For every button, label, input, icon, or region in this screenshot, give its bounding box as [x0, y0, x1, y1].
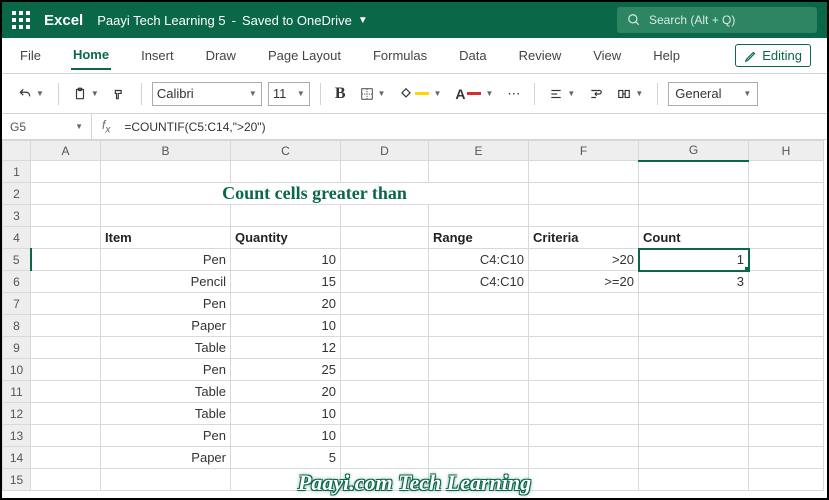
number-format-selector[interactable]: General▼: [668, 82, 758, 106]
pencil-icon: [744, 49, 758, 63]
search-icon: [627, 13, 641, 27]
cell[interactable]: C4:C10: [429, 271, 529, 293]
format-painter-button[interactable]: [109, 84, 131, 104]
more-font-button[interactable]: ⋯: [503, 83, 524, 105]
tab-insert[interactable]: Insert: [139, 42, 176, 69]
spreadsheet-grid[interactable]: A B C D E F G H 1 2 Count cells greater t…: [2, 140, 827, 491]
col-header[interactable]: A: [31, 141, 101, 161]
cell[interactable]: Table: [101, 381, 231, 403]
formula-bar: G5▼ fx =COUNTIF(C5:C14,">20"): [2, 114, 827, 140]
cell[interactable]: Quantity: [231, 227, 341, 249]
bold-button[interactable]: B: [331, 82, 350, 106]
row-header[interactable]: 13: [3, 425, 31, 447]
cell[interactable]: 10: [231, 249, 341, 271]
paste-button[interactable]: ▼: [69, 84, 103, 104]
row-header[interactable]: 3: [3, 205, 31, 227]
font-color-button[interactable]: A▼: [451, 83, 497, 105]
merge-button[interactable]: ▼: [613, 84, 647, 104]
cell[interactable]: Pen: [101, 425, 231, 447]
tab-draw[interactable]: Draw: [204, 42, 238, 69]
cell[interactable]: 25: [231, 359, 341, 381]
cell[interactable]: 10: [231, 403, 341, 425]
col-header[interactable]: B: [101, 141, 231, 161]
tab-formulas[interactable]: Formulas: [371, 42, 429, 69]
cell[interactable]: 5: [231, 447, 341, 469]
row-header[interactable]: 10: [3, 359, 31, 381]
tab-review[interactable]: Review: [517, 42, 564, 69]
cell[interactable]: Pen: [101, 359, 231, 381]
name-box[interactable]: G5▼: [2, 114, 92, 139]
row-header[interactable]: 7: [3, 293, 31, 315]
cell[interactable]: Table: [101, 403, 231, 425]
col-header[interactable]: D: [341, 141, 429, 161]
cell[interactable]: Count: [639, 227, 749, 249]
col-header[interactable]: C: [231, 141, 341, 161]
font-size-selector[interactable]: 11▼: [268, 82, 310, 106]
cell[interactable]: 10: [231, 425, 341, 447]
col-header[interactable]: G: [639, 141, 749, 161]
cell[interactable]: 12: [231, 337, 341, 359]
cell[interactable]: >=20: [529, 271, 639, 293]
toolbar: ▼ ▼ Calibri▼ 11▼ B ▼ ▼ A▼ ⋯ ▼ ▼ General▼: [2, 74, 827, 114]
cell[interactable]: C4:C10: [429, 249, 529, 271]
cell[interactable]: Item: [101, 227, 231, 249]
cell[interactable]: Table: [101, 337, 231, 359]
cell[interactable]: Pencil: [101, 271, 231, 293]
wrap-text-button[interactable]: [585, 84, 607, 104]
col-header[interactable]: E: [429, 141, 529, 161]
row-header[interactable]: 1: [3, 161, 31, 183]
cell[interactable]: Range: [429, 227, 529, 249]
watermark: Paayi.com Tech Learning: [2, 470, 827, 496]
search-input[interactable]: Search (Alt + Q): [617, 7, 817, 33]
font-selector[interactable]: Calibri▼: [152, 82, 262, 106]
undo-button[interactable]: ▼: [14, 84, 48, 104]
tab-help[interactable]: Help: [651, 42, 682, 69]
fill-color-button[interactable]: ▼: [395, 84, 445, 104]
row-header[interactable]: 5: [3, 249, 31, 271]
menu-bar: File Home Insert Draw Page Layout Formul…: [2, 38, 827, 74]
cell[interactable]: Paper: [101, 315, 231, 337]
row-header[interactable]: 12: [3, 403, 31, 425]
cell[interactable]: Criteria: [529, 227, 639, 249]
row-header[interactable]: 9: [3, 337, 31, 359]
title-bar: Excel Paayi Tech Learning 5 - Saved to O…: [2, 2, 827, 38]
cell[interactable]: 20: [231, 293, 341, 315]
selected-cell[interactable]: 1: [639, 249, 749, 271]
cell[interactable]: 3: [639, 271, 749, 293]
chevron-down-icon: ▼: [358, 15, 368, 26]
sheet-title[interactable]: Count cells greater than: [101, 183, 529, 205]
row-header[interactable]: 6: [3, 271, 31, 293]
formula-input[interactable]: =COUNTIF(C5:C14,">20"): [120, 120, 827, 134]
row-header[interactable]: 11: [3, 381, 31, 403]
cell[interactable]: Paper: [101, 447, 231, 469]
tab-file[interactable]: File: [18, 42, 43, 69]
row-header[interactable]: 2: [3, 183, 31, 205]
tab-home[interactable]: Home: [71, 41, 111, 70]
align-button[interactable]: ▼: [545, 84, 579, 104]
cell[interactable]: 10: [231, 315, 341, 337]
select-all-corner[interactable]: [3, 141, 31, 161]
row-header[interactable]: 8: [3, 315, 31, 337]
editing-mode-button[interactable]: Editing: [735, 44, 811, 67]
col-header[interactable]: F: [529, 141, 639, 161]
row-header[interactable]: 4: [3, 227, 31, 249]
fx-icon[interactable]: fx: [92, 118, 120, 135]
col-header[interactable]: H: [749, 141, 824, 161]
borders-button[interactable]: ▼: [356, 84, 390, 104]
cell[interactable]: 15: [231, 271, 341, 293]
app-launcher-icon[interactable]: [12, 11, 30, 29]
tab-page-layout[interactable]: Page Layout: [266, 42, 343, 69]
document-title[interactable]: Paayi Tech Learning 5 - Saved to OneDriv…: [97, 13, 368, 28]
tab-view[interactable]: View: [591, 42, 623, 69]
cell[interactable]: 20: [231, 381, 341, 403]
app-name: Excel: [44, 12, 83, 29]
cell[interactable]: Pen: [101, 293, 231, 315]
row-header[interactable]: 14: [3, 447, 31, 469]
cell[interactable]: Pen: [101, 249, 231, 271]
tab-data[interactable]: Data: [457, 42, 488, 69]
cell[interactable]: >20: [529, 249, 639, 271]
